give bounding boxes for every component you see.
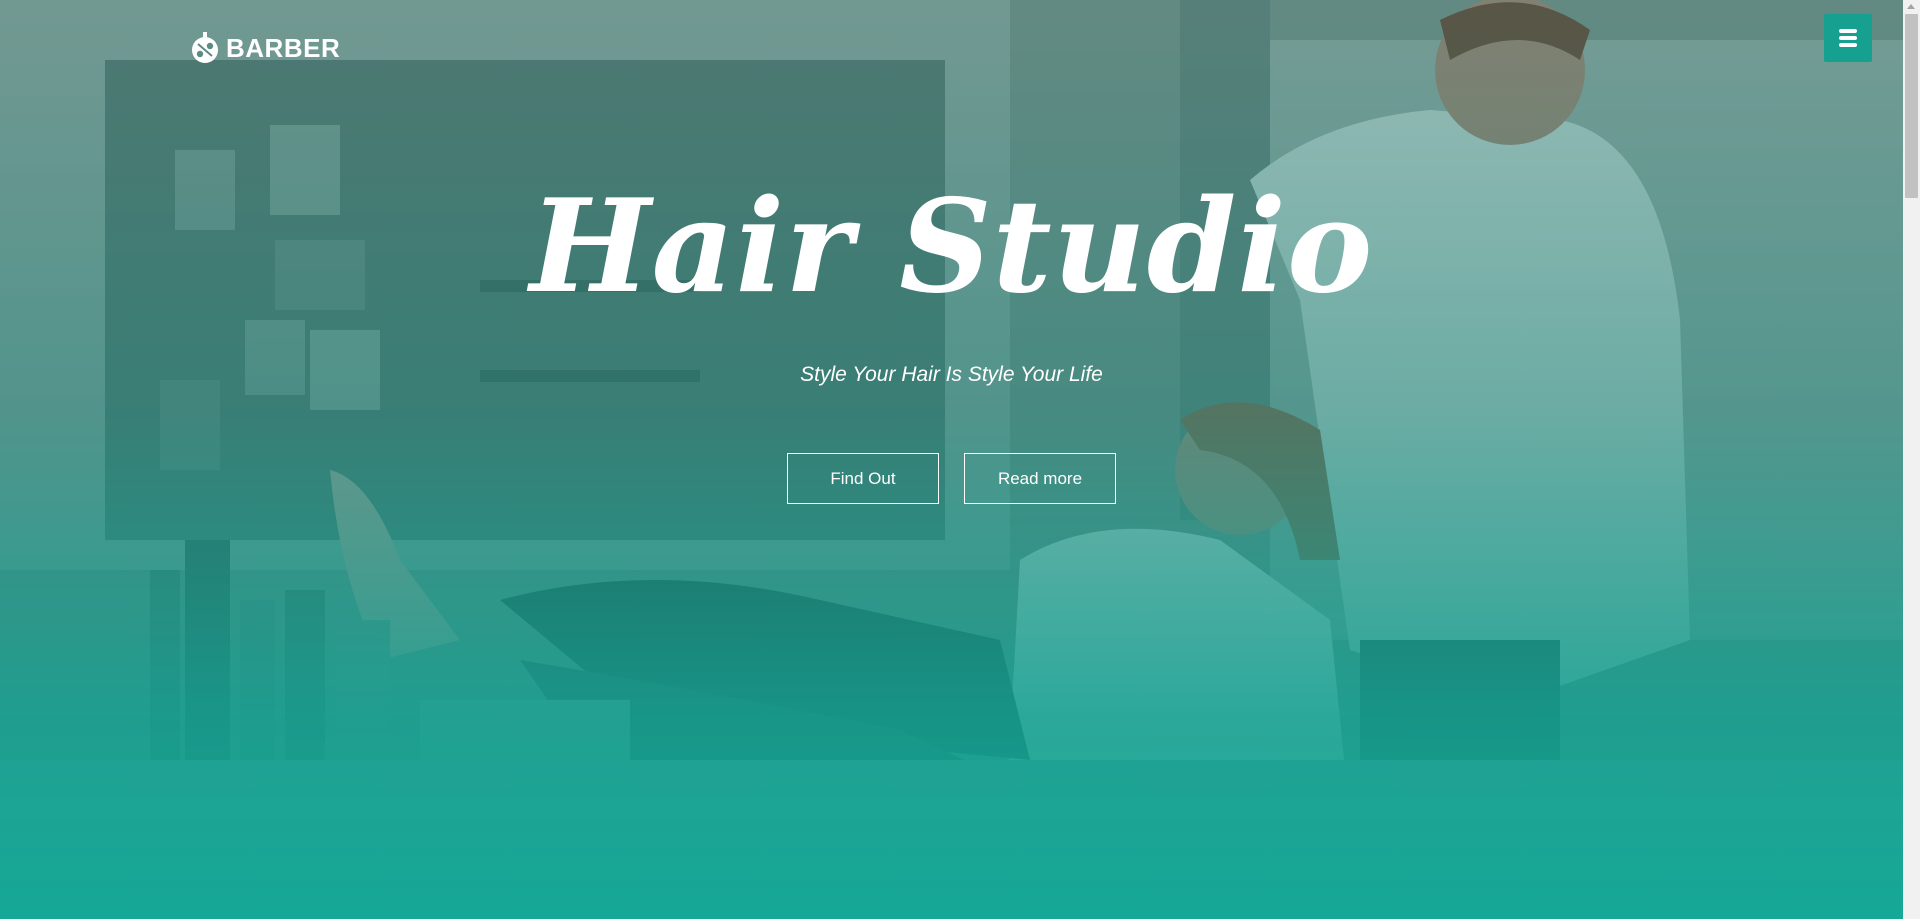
hero-color-overlay [0,0,1903,919]
barber-scissors-logo-icon [192,32,218,63]
brand-logo[interactable]: BARBER [190,30,340,66]
vertical-scrollbar[interactable] [1903,0,1920,919]
read-more-button[interactable]: Read more [964,453,1116,504]
page-viewport: BARBER Hair Studio Style Your Hair Is St… [0,0,1920,919]
hero-title: Hair Studio [529,172,1374,322]
scroll-up-arrow-icon[interactable] [1907,4,1915,9]
scrollbar-thumb[interactable] [1905,14,1918,198]
menu-toggle-button[interactable] [1824,14,1872,62]
find-out-button[interactable]: Find Out [787,453,939,504]
hamburger-menu-icon [1839,29,1857,47]
brand-name: BARBER [226,32,341,63]
hero-subtitle: Style Your Hair Is Style Your Life [800,363,1103,386]
hero-section: BARBER Hair Studio Style Your Hair Is St… [0,0,1903,919]
